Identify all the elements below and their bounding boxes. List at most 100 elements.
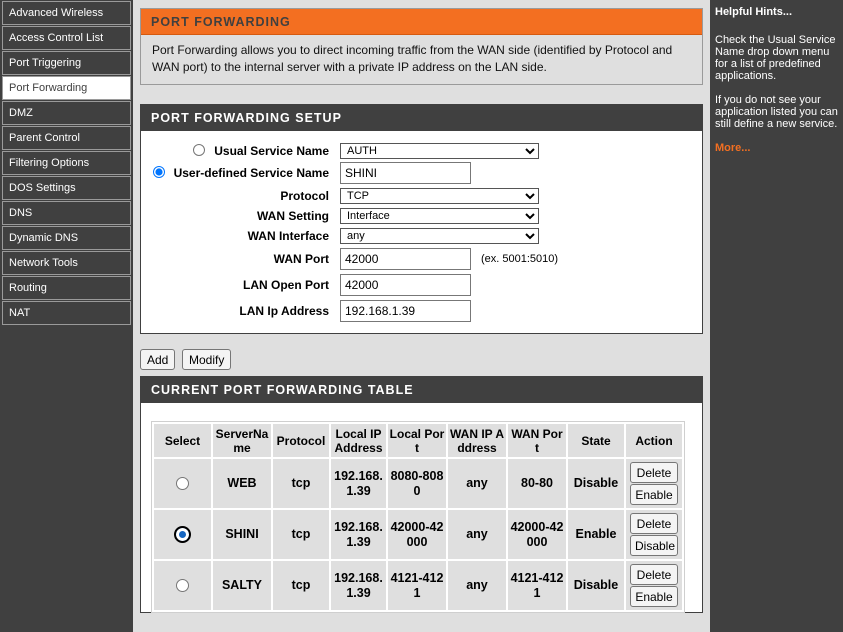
port-forwarding-table: Select ServerNa me Protocol Local IP Add… bbox=[151, 421, 685, 613]
usual-service-label: Usual Service Name bbox=[214, 144, 329, 158]
main-content: PORT FORWARDING Port Forwarding allows y… bbox=[133, 0, 710, 632]
row-wan-ip: any bbox=[448, 561, 506, 610]
row-delete-button[interactable]: Delete bbox=[630, 462, 678, 483]
sidebar-item-port-forwarding[interactable]: Port Forwarding bbox=[2, 76, 131, 100]
sidebar-item-advanced-wireless[interactable]: Advanced Wireless bbox=[2, 1, 131, 25]
sidebar-item-filtering-options[interactable]: Filtering Options bbox=[2, 151, 131, 175]
usual-service-radio[interactable] bbox=[193, 142, 205, 156]
row-local-ip: 192.168. 1.39 bbox=[331, 510, 386, 559]
sidebar-item-network-tools[interactable]: Network Tools bbox=[2, 251, 131, 275]
wan-setting-label: WAN Setting bbox=[257, 209, 329, 223]
row-wan-port: 4121-412 1 bbox=[508, 561, 566, 610]
row-server-name: SALTY bbox=[213, 561, 271, 610]
row-wan-port: 80-80 bbox=[508, 459, 566, 508]
row-toggle-button[interactable]: Enable bbox=[630, 586, 678, 607]
col-local-port: Local Por t bbox=[388, 424, 446, 457]
col-wan-ip: WAN IP A ddress bbox=[448, 424, 506, 457]
row-action-cell: Delete Enable bbox=[626, 561, 682, 610]
row-wan-ip: any bbox=[448, 510, 506, 559]
table-panel: CURRENT PORT FORWARDING TABLE Select Ser… bbox=[140, 376, 703, 613]
row-toggle-button[interactable]: Disable bbox=[630, 535, 678, 556]
hints-paragraph-2: If you do not see your application liste… bbox=[715, 94, 838, 130]
add-button[interactable]: Add bbox=[140, 349, 176, 370]
wan-interface-select[interactable]: any bbox=[340, 228, 539, 244]
usual-service-select[interactable]: AUTH bbox=[340, 143, 539, 159]
lan-ip-input[interactable] bbox=[340, 300, 471, 322]
row-local-port: 4121-412 1 bbox=[388, 561, 446, 610]
sidebar-item-access-control-list[interactable]: Access Control List bbox=[2, 26, 131, 50]
row-select-cell bbox=[154, 459, 211, 508]
sidebar-item-dmz[interactable]: DMZ bbox=[2, 101, 131, 125]
col-action: Action bbox=[626, 424, 682, 457]
wan-setting-row: WAN Setting Interface bbox=[141, 207, 702, 229]
sidebar-nav: Advanced Wireless Access Control List Po… bbox=[0, 0, 133, 632]
protocol-select[interactable]: TCP bbox=[340, 188, 539, 204]
intro-description: Port Forwarding allows you to direct inc… bbox=[152, 43, 673, 74]
row-local-port: 8080-808 0 bbox=[388, 459, 446, 508]
user-defined-row: User-defined Service Name bbox=[141, 162, 702, 184]
row-protocol: tcp bbox=[273, 510, 329, 559]
lan-ip-label: LAN Ip Address bbox=[239, 304, 329, 318]
hints-paragraph-1: Check the Usual Service Name drop down m… bbox=[715, 34, 836, 82]
col-server-name: ServerNa me bbox=[213, 424, 271, 457]
row-select-radio[interactable] bbox=[176, 579, 189, 593]
row-select-cell bbox=[154, 561, 211, 610]
protocol-row: Protocol TCP bbox=[141, 187, 702, 209]
sidebar-item-port-triggering[interactable]: Port Triggering bbox=[2, 51, 131, 75]
wan-interface-label: WAN Interface bbox=[247, 229, 329, 243]
lan-open-port-input[interactable] bbox=[340, 274, 471, 296]
row-select-cell bbox=[154, 510, 211, 559]
row-wan-port: 42000-42 000 bbox=[508, 510, 566, 559]
lan-open-port-label: LAN Open Port bbox=[243, 278, 329, 292]
user-defined-input[interactable] bbox=[340, 162, 471, 184]
col-protocol: Protocol bbox=[273, 424, 329, 457]
setup-panel: PORT FORWARDING SETUP Usual Service Name… bbox=[140, 104, 703, 334]
row-action-cell: Delete Enable bbox=[626, 459, 682, 508]
row-select-radio[interactable] bbox=[174, 526, 191, 543]
sidebar-item-dynamic-dns[interactable]: Dynamic DNS bbox=[2, 226, 131, 250]
hints-more-link[interactable]: More... bbox=[715, 142, 838, 154]
row-local-port: 42000-42 000 bbox=[388, 510, 446, 559]
col-local-ip: Local IP Address bbox=[331, 424, 386, 457]
row-action-cell: Delete Disable bbox=[626, 510, 682, 559]
row-protocol: tcp bbox=[273, 561, 329, 610]
row-local-ip: 192.168. 1.39 bbox=[331, 459, 386, 508]
protocol-label: Protocol bbox=[280, 189, 329, 203]
lan-open-port-row: LAN Open Port bbox=[141, 273, 702, 296]
helpful-hints-panel: Helpful Hints... Check the Usual Service… bbox=[710, 0, 843, 632]
wan-port-label: WAN Port bbox=[273, 252, 329, 266]
row-server-name: WEB bbox=[213, 459, 271, 508]
sidebar-item-routing[interactable]: Routing bbox=[2, 276, 131, 300]
col-select: Select bbox=[154, 424, 211, 457]
modify-button[interactable]: Modify bbox=[182, 349, 232, 370]
wan-port-row: WAN Port (ex. 5001:5010) bbox=[141, 247, 702, 270]
sidebar-item-dns[interactable]: DNS bbox=[2, 201, 131, 225]
row-state: Enable bbox=[568, 510, 624, 559]
lan-ip-row: LAN Ip Address bbox=[141, 299, 702, 322]
setup-title: PORT FORWARDING SETUP bbox=[141, 105, 702, 131]
row-state: Disable bbox=[568, 561, 624, 610]
col-wan-port: WAN Por t bbox=[508, 424, 566, 457]
table-row: SHINI tcp 192.168. 1.39 42000-42 000 any… bbox=[154, 510, 682, 559]
usual-service-row: Usual Service Name AUTH bbox=[141, 141, 702, 163]
table-header-row: Select ServerNa me Protocol Local IP Add… bbox=[154, 424, 682, 457]
sidebar-item-parent-control[interactable]: Parent Control bbox=[2, 126, 131, 150]
row-state: Disable bbox=[568, 459, 624, 508]
row-toggle-button[interactable]: Enable bbox=[630, 484, 678, 505]
user-defined-radio[interactable] bbox=[153, 164, 165, 178]
sidebar-item-nat[interactable]: NAT bbox=[2, 301, 131, 325]
sidebar-item-dos-settings[interactable]: DOS Settings bbox=[2, 176, 131, 200]
col-state: State bbox=[568, 424, 624, 457]
table-row: WEB tcp 192.168. 1.39 8080-808 0 any 80-… bbox=[154, 459, 682, 508]
row-server-name: SHINI bbox=[213, 510, 271, 559]
row-protocol: tcp bbox=[273, 459, 329, 508]
table-row: SALTY tcp 192.168. 1.39 4121-412 1 any 4… bbox=[154, 561, 682, 610]
row-select-radio[interactable] bbox=[176, 477, 189, 491]
row-delete-button[interactable]: Delete bbox=[630, 513, 678, 534]
wan-interface-row: WAN Interface any bbox=[141, 227, 702, 249]
wan-setting-select[interactable]: Interface bbox=[340, 208, 539, 224]
hints-title: Helpful Hints... bbox=[715, 6, 792, 18]
wan-port-input[interactable] bbox=[340, 248, 471, 270]
row-delete-button[interactable]: Delete bbox=[630, 564, 678, 585]
row-wan-ip: any bbox=[448, 459, 506, 508]
